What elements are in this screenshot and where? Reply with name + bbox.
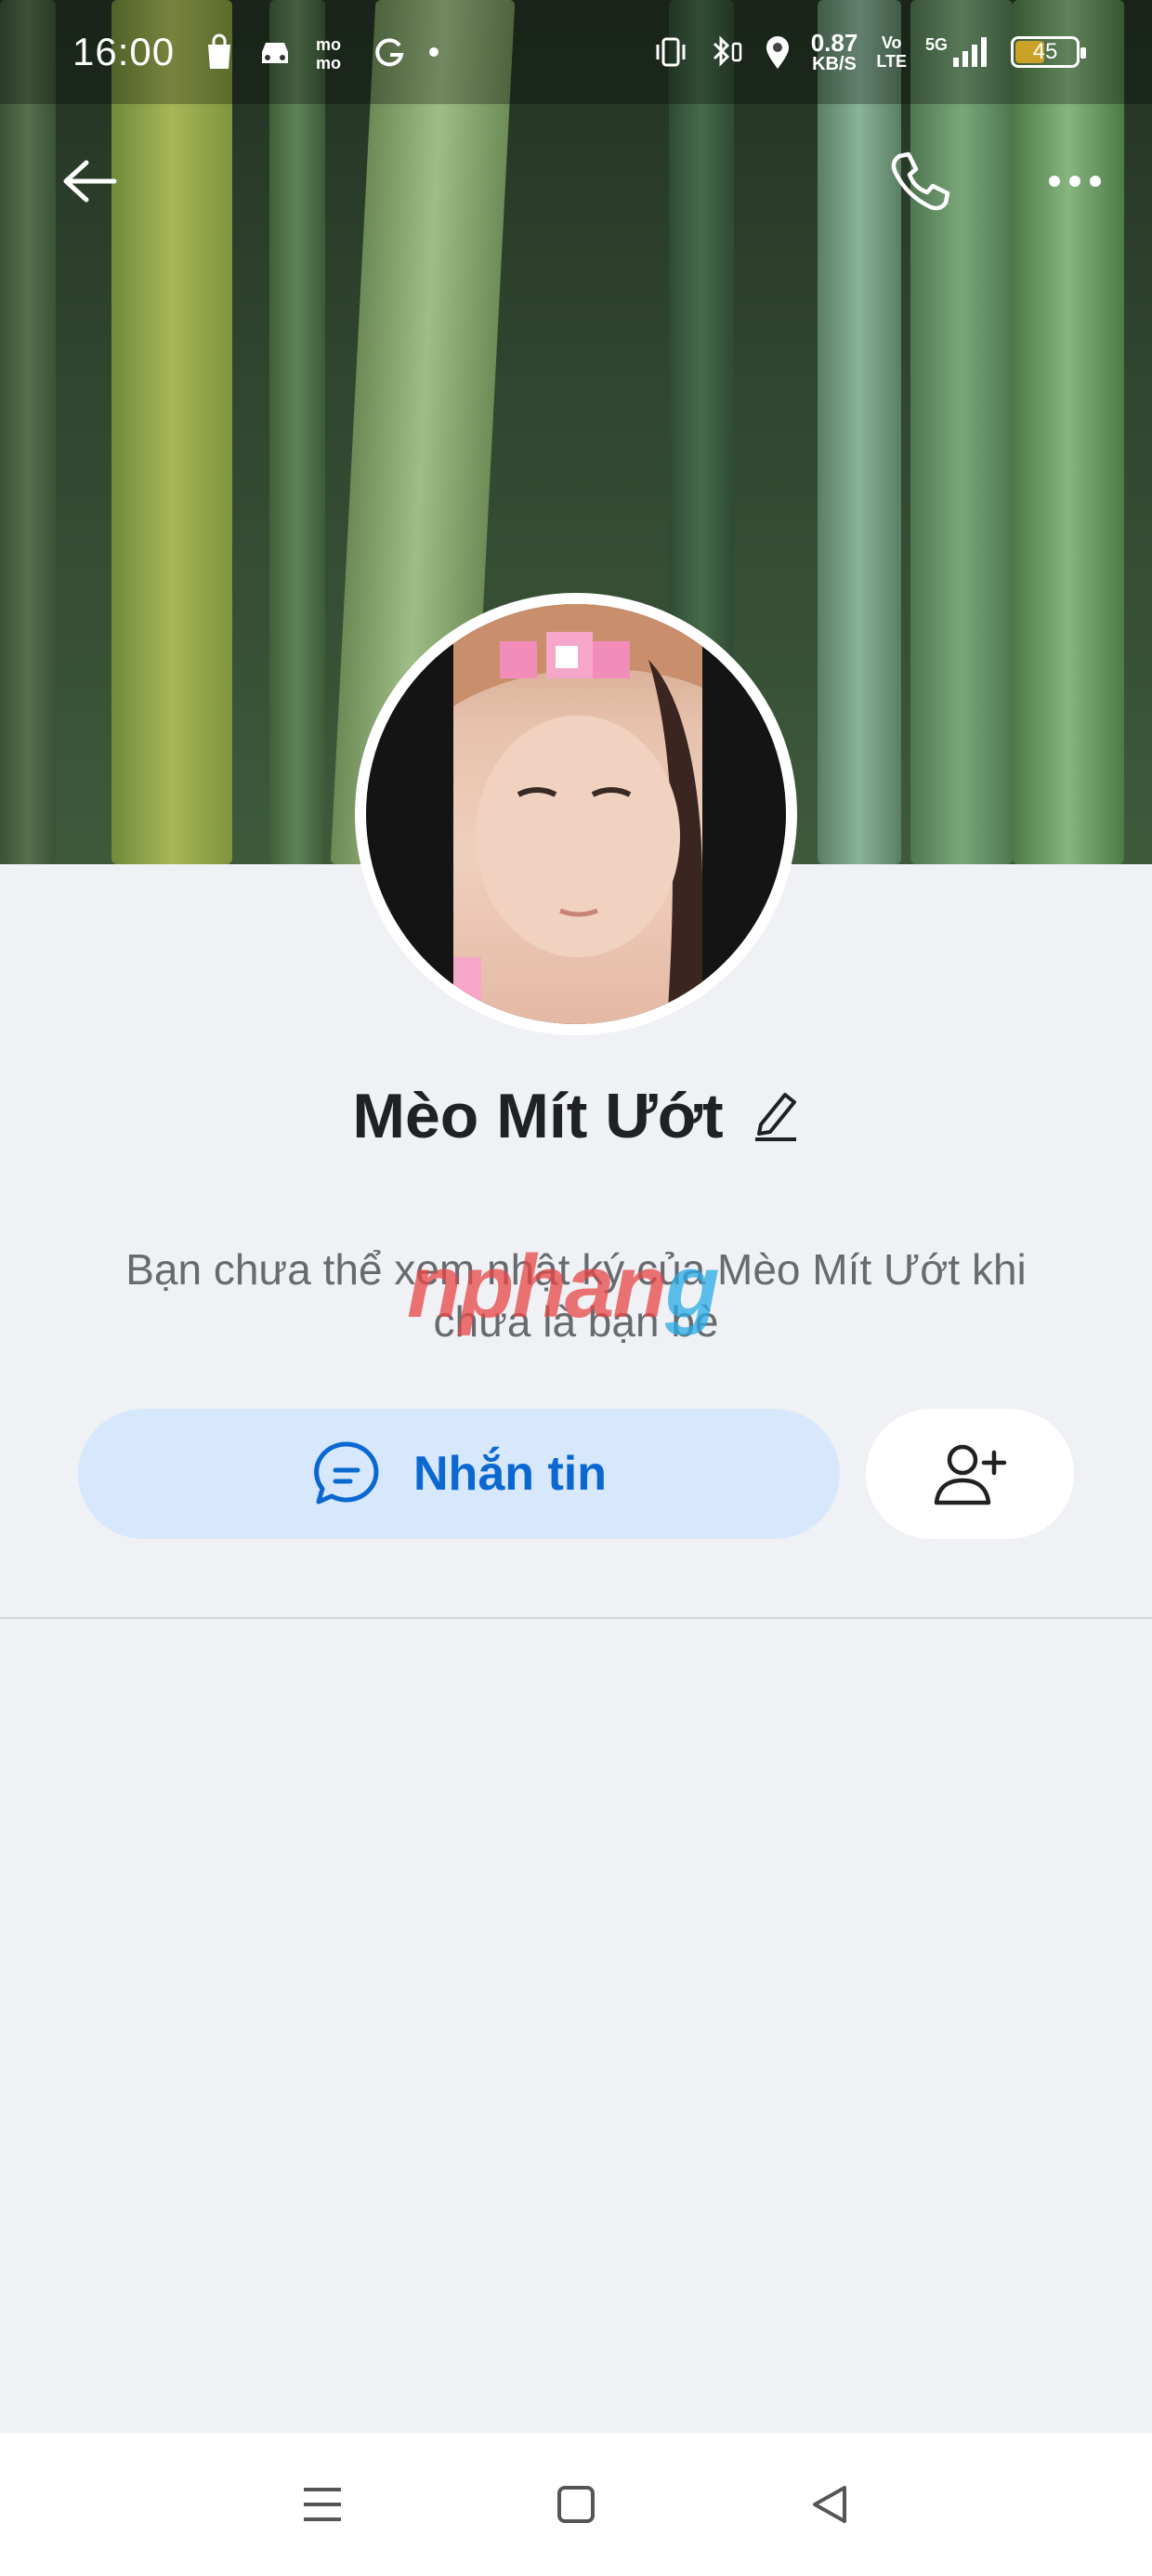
back-arrow-icon — [63, 160, 117, 203]
signal-5g-icon: 5G — [925, 35, 992, 69]
home-square-icon — [556, 2486, 595, 2523]
battery-icon: 45 — [1011, 36, 1086, 68]
send-message-button[interactable]: Nhắn tin — [78, 1409, 840, 1539]
add-friend-icon — [934, 1444, 1007, 1505]
avatar-photo — [453, 604, 702, 1024]
menu-lines-icon — [303, 2488, 341, 2521]
pencil-icon — [754, 1092, 796, 1141]
chat-bubble-icon — [314, 1441, 379, 1505]
momo-icon: momo — [316, 35, 341, 71]
edit-name-button[interactable] — [752, 1087, 800, 1146]
profile-avatar[interactable] — [355, 593, 797, 1035]
call-button[interactable] — [877, 139, 961, 223]
home-button[interactable] — [534, 2463, 618, 2546]
add-friend-button[interactable] — [866, 1409, 1074, 1539]
more-options-button[interactable] — [1033, 139, 1117, 223]
car-icon — [262, 43, 289, 63]
status-time: 16:00 — [72, 30, 176, 73]
more-horizontal-icon — [1049, 176, 1101, 187]
system-navigation-bar — [0, 2433, 1152, 2576]
notification-dot-icon — [429, 47, 439, 57]
grab-g-icon — [375, 38, 404, 67]
svg-text:mo: mo — [316, 54, 341, 71]
location-icon — [766, 36, 789, 69]
network-speed: 0.87 KB/S — [810, 29, 858, 74]
svg-text:mo: mo — [316, 35, 341, 54]
bluetooth-icon — [713, 35, 741, 67]
phone-icon — [891, 151, 950, 211]
profile-name-row: Mèo Mít Ướt — [0, 1080, 1152, 1152]
profile-name: Mèo Mít Ướt — [352, 1081, 724, 1151]
system-back-button[interactable] — [788, 2463, 871, 2546]
back-triangle-icon — [813, 2486, 847, 2523]
status-bar: 16:00 mo mo 0.87 KB/S Vo LTE 5G 45 — [0, 0, 1152, 104]
vibrate-icon — [656, 37, 686, 67]
recent-apps-button[interactable] — [281, 2463, 364, 2546]
section-divider — [0, 1617, 1152, 1619]
back-button[interactable] — [46, 139, 130, 223]
shopping-bag-icon — [208, 33, 231, 69]
watermark-logo: nphang — [407, 1237, 720, 1336]
volte-indicator: Vo LTE — [876, 33, 907, 71]
send-message-label: Nhắn tin — [413, 1447, 607, 1501]
